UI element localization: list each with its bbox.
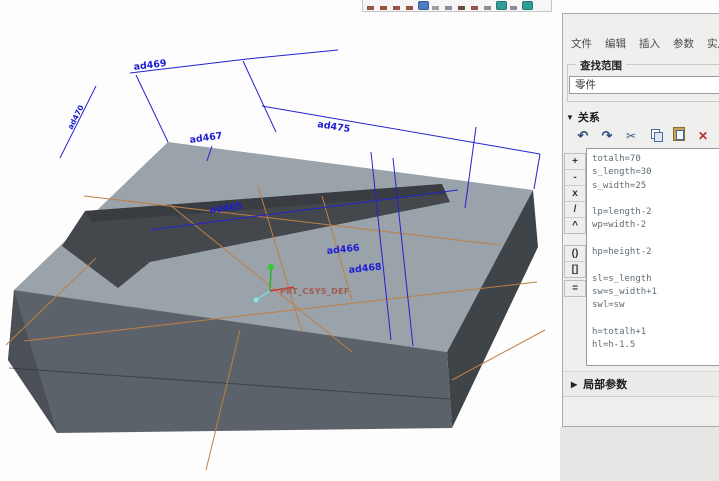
- look-in-combobox[interactable]: 零件: [569, 76, 719, 94]
- tool-icon-6[interactable]: [444, 0, 454, 11]
- app-background: [560, 427, 719, 481]
- op-plus-button[interactable]: +: [565, 154, 585, 170]
- menu-insert[interactable]: 插入: [639, 36, 660, 54]
- redo-icon: ↷: [602, 128, 613, 143]
- tool-icon-8[interactable]: [470, 0, 480, 11]
- tool-icon-2[interactable]: [379, 0, 389, 11]
- paste-icon: [673, 127, 685, 141]
- undo-button[interactable]: ↶: [571, 127, 595, 145]
- menu-parameters[interactable]: 参数: [673, 36, 694, 54]
- menu-edit[interactable]: 编辑: [605, 36, 626, 54]
- 3d-viewport[interactable]: ad469 ad470 ad467 ad475 ad465 ad466 ad46…: [0, 0, 562, 481]
- op-minus-button[interactable]: -: [565, 170, 585, 186]
- dimension-label-ad467[interactable]: ad467: [189, 130, 223, 145]
- mini-toolbar: [362, 0, 552, 12]
- tool-icon-1[interactable]: [366, 0, 376, 11]
- menu-file[interactable]: 文件: [571, 36, 592, 54]
- dimension-label-ad475[interactable]: ad475: [317, 119, 351, 135]
- tool-icon-active-blue[interactable]: [418, 0, 428, 11]
- csys-label[interactable]: PRT_CSYS_DEF: [280, 287, 350, 296]
- tool-icon-9[interactable]: [483, 0, 493, 11]
- look-in-label: 查找范围: [576, 58, 626, 73]
- local-parameters-section-header[interactable]: ▶ 局部参数: [563, 371, 719, 397]
- csys-axis-z-tip: [254, 298, 259, 303]
- cut-button[interactable]: ✂: [619, 127, 643, 145]
- operator-group-arithmetic: + - x / ^: [564, 153, 586, 234]
- op-brackets-button[interactable]: []: [565, 262, 585, 277]
- operator-group-equals: =: [564, 280, 586, 297]
- scissors-icon: ✂: [626, 129, 636, 143]
- copy-button[interactable]: [643, 127, 667, 145]
- tool-icon-5[interactable]: [431, 0, 441, 11]
- delete-x-icon: ✕: [698, 129, 708, 143]
- redo-button[interactable]: ↷: [595, 127, 619, 145]
- part-model[interactable]: [8, 142, 538, 433]
- dialog-menubar: 文件 编辑 插入 参数 实用工具: [563, 36, 719, 54]
- relations-edit-toolbar: ↶ ↷ ✂ ✕: [571, 126, 715, 146]
- relations-dialog: 文件 编辑 插入 参数 实用工具 查找范围 零件 ▼ 关系 ↶ ↷ ✂ ✕ + …: [562, 13, 719, 427]
- undo-icon: ↶: [578, 128, 589, 143]
- relations-section-header[interactable]: ▼ 关系: [566, 109, 600, 125]
- menu-utilities[interactable]: 实用工具: [707, 36, 719, 54]
- paste-button[interactable]: [667, 127, 691, 146]
- csys-axis-y: [270, 269, 271, 291]
- collapse-triangle-icon: ▼: [566, 113, 574, 122]
- op-equals-button[interactable]: =: [565, 281, 585, 296]
- local-parameters-label: 局部参数: [583, 376, 627, 392]
- operator-group-brackets: () []: [564, 245, 586, 278]
- expand-triangle-icon: ▶: [571, 380, 577, 389]
- op-parens-button[interactable]: (): [565, 246, 585, 262]
- tool-icon-7[interactable]: [457, 0, 467, 11]
- delete-button[interactable]: ✕: [691, 127, 715, 145]
- op-divide-button[interactable]: /: [565, 202, 585, 218]
- tool-icon-4[interactable]: [405, 0, 415, 11]
- tool-icon-10[interactable]: [509, 0, 519, 11]
- tool-icon-3[interactable]: [392, 0, 402, 11]
- op-multiply-button[interactable]: x: [565, 186, 585, 202]
- relations-editor[interactable]: totalh=70 s_length=30 s_width=25 lp=leng…: [586, 148, 719, 366]
- dimension-label-ad469[interactable]: ad469: [133, 58, 167, 73]
- tool-icon-teal-1[interactable]: [496, 0, 506, 11]
- op-power-button[interactable]: ^: [565, 218, 585, 233]
- copy-icon: [651, 129, 660, 140]
- tool-icon-teal-2[interactable]: [522, 0, 532, 11]
- csys-axis-y-tip: [268, 264, 274, 270]
- dimension-label-ad470[interactable]: ad470: [66, 104, 86, 131]
- app-window: ad469 ad470 ad467 ad475 ad465 ad466 ad46…: [0, 0, 719, 481]
- relations-section-label: 关系: [578, 109, 600, 125]
